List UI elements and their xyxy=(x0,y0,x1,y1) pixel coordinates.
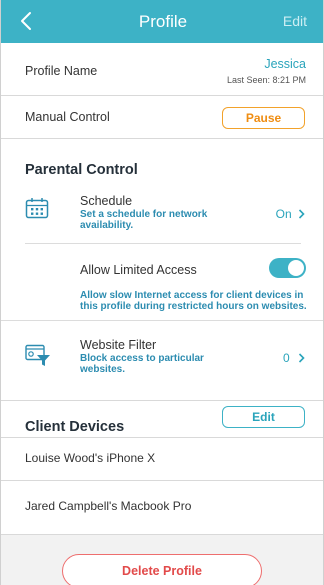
profile-name-label: Profile Name xyxy=(25,64,98,78)
client-devices-title: Client Devices xyxy=(25,419,125,435)
limited-access-desc-line1: Allow slow Internet access for client de… xyxy=(80,290,304,301)
client-device-item[interactable]: Louise Wood's iPhone X xyxy=(25,451,155,465)
page-title: Profile xyxy=(138,12,188,31)
toggle-knob xyxy=(288,260,304,276)
profile-name-row[interactable]: Profile Name Jessica Last Seen: 8:21 PM xyxy=(1,43,323,95)
schedule-title: Schedule xyxy=(80,194,133,208)
schedule-status: On xyxy=(275,207,292,221)
website-filter-value[interactable]: 0 xyxy=(283,351,305,365)
client-devices-section: Client Devices Edit Louise Wood's iPhone… xyxy=(1,401,323,535)
pause-button[interactable]: Pause xyxy=(222,107,305,129)
schedule-desc-line1: Set a schedule for network xyxy=(80,209,208,220)
divider xyxy=(1,437,323,438)
website-filter-icon xyxy=(25,344,50,366)
divider xyxy=(25,243,301,244)
limited-access-toggle[interactable] xyxy=(269,258,306,278)
parental-control-title: Parental Control xyxy=(25,162,138,178)
client-device-item[interactable]: Jared Campbell's Macbook Pro xyxy=(25,499,191,513)
website-filter-count: 0 xyxy=(282,351,290,365)
schedule-value[interactable]: On xyxy=(276,207,305,221)
divider xyxy=(1,480,323,481)
parental-control-section: Parental Control Schedule Set a schedule… xyxy=(1,139,323,400)
chevron-right-icon xyxy=(298,209,305,219)
website-filter-desc-line1: Block access to particular xyxy=(80,353,204,364)
calendar-icon xyxy=(25,198,49,219)
header-bar: Profile Edit xyxy=(1,0,323,43)
delete-profile-button[interactable]: Delete Profile xyxy=(62,554,262,585)
manual-control-row: Manual Control Pause xyxy=(1,96,323,138)
last-seen-text: Last Seen: 8:21 PM xyxy=(226,75,306,85)
website-filter-title: Website Filter xyxy=(80,338,157,352)
profile-name-value: Jessica xyxy=(264,57,306,71)
header-edit-button[interactable]: Edit xyxy=(283,13,307,29)
schedule-desc-line2: availability. xyxy=(80,220,134,231)
divider xyxy=(1,534,323,535)
manual-control-label: Manual Control xyxy=(25,110,110,124)
chevron-right-icon xyxy=(298,353,305,363)
limited-access-desc-line2: this profile during restricted hours on … xyxy=(80,301,307,312)
divider xyxy=(1,320,323,321)
app-screen: Profile Edit Profile Name Jessica Last S… xyxy=(0,0,324,585)
website-filter-desc-line2: websites. xyxy=(80,364,126,375)
limited-access-title: Allow Limited Access xyxy=(80,263,197,277)
client-devices-edit-button[interactable]: Edit xyxy=(222,406,305,428)
